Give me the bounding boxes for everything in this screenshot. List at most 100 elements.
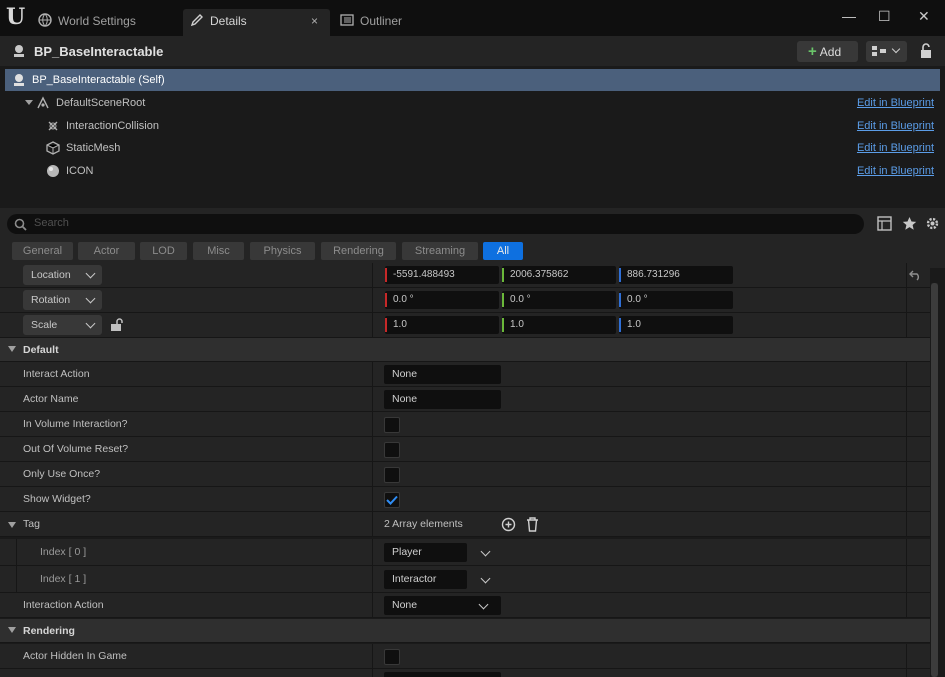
actor-hidden-in-game-checkbox[interactable]: [384, 649, 400, 665]
collision-icon: [48, 121, 58, 131]
tree-item-label: BP_BaseInteractable (Self): [32, 74, 165, 86]
column-divider: [906, 437, 907, 462]
reset-to-default-icon[interactable]: [909, 269, 922, 281]
column-divider: [906, 412, 907, 437]
y-axis-marker: [502, 318, 504, 332]
tree-item-interaction-collision[interactable]: InteractionCollision Edit in Blueprint: [5, 115, 940, 137]
edit-in-blueprint-link[interactable]: Edit in Blueprint: [857, 92, 934, 114]
y-axis-marker: [502, 293, 504, 307]
property-row-interaction-action: Interaction Action None: [0, 593, 930, 618]
property-row-interact-action: Interact Action None: [0, 362, 930, 387]
chevron-down-icon: [85, 318, 96, 329]
filter-tab-general[interactable]: General: [12, 242, 73, 260]
close-window-icon[interactable]: ✕: [918, 8, 930, 25]
add-component-button[interactable]: + Add: [797, 41, 858, 62]
tab-outliner[interactable]: Outliner: [340, 9, 402, 33]
tab-outliner-label: Outliner: [360, 14, 403, 28]
z-axis-marker: [619, 293, 621, 307]
gear-icon[interactable]: [925, 216, 940, 231]
scale-mode-select[interactable]: Scale: [23, 315, 102, 335]
location-x-field[interactable]: -5591.488493: [385, 266, 499, 284]
window-tab-bar: U World Settings Details × Outliner — ☐ …: [0, 0, 945, 36]
array-element-row-0: Index [ 0 ] Player: [0, 539, 930, 566]
out-of-volume-reset-checkbox[interactable]: [384, 442, 400, 458]
checkmark-icon: [386, 495, 398, 505]
show-widget-checkbox[interactable]: [384, 492, 400, 508]
tag-element-0-field[interactable]: Player: [384, 543, 467, 562]
maximize-icon[interactable]: ☐: [878, 8, 891, 25]
tree-item-default-scene-root[interactable]: DefaultSceneRoot Edit in Blueprint: [5, 92, 940, 114]
tag-element-1-field[interactable]: Interactor: [384, 570, 467, 589]
tab-details[interactable]: Details: [190, 9, 247, 33]
only-use-once-checkbox[interactable]: [384, 467, 400, 483]
filter-tab-actor[interactable]: Actor: [78, 242, 135, 260]
lock-icon[interactable]: [918, 42, 934, 59]
property-row-only-use-once: Only Use Once?: [0, 462, 930, 487]
close-tab-icon[interactable]: ×: [311, 14, 318, 28]
filter-tab-misc[interactable]: Misc: [193, 242, 244, 260]
edit-in-blueprint-link[interactable]: Edit in Blueprint: [857, 137, 934, 159]
interact-action-field[interactable]: None: [384, 365, 501, 384]
property-row-actor-name: Actor Name None: [0, 387, 930, 412]
column-divider: [372, 362, 373, 387]
column-divider: [906, 362, 907, 387]
chevron-down-icon: [478, 599, 489, 610]
location-mode-select[interactable]: Location: [23, 265, 102, 285]
actor-icon: [14, 45, 24, 57]
location-z-field[interactable]: 886.731296: [619, 266, 733, 284]
z-axis-marker: [619, 318, 621, 332]
rotation-z-value: 0.0 °: [627, 294, 648, 305]
blueprint-options-button[interactable]: [866, 41, 907, 62]
scale-x-field[interactable]: 1.0: [385, 316, 499, 334]
filter-tab-all[interactable]: All: [483, 242, 523, 260]
location-y-field[interactable]: 2006.375862: [502, 266, 616, 284]
filter-tab-lod[interactable]: LOD: [140, 242, 187, 260]
edit-in-blueprint-link[interactable]: Edit in Blueprint: [857, 160, 934, 182]
location-x-value: -5591.488493: [393, 269, 455, 280]
interaction-action-select[interactable]: None: [384, 596, 501, 615]
filter-tab-streaming[interactable]: Streaming: [402, 242, 478, 260]
rotation-y-field[interactable]: 0.0 °: [502, 291, 616, 309]
details-scrollbar[interactable]: [931, 283, 938, 677]
collapse-arrow-icon[interactable]: [8, 627, 16, 633]
partial-field[interactable]: [384, 672, 501, 677]
collapse-arrow-icon[interactable]: [8, 522, 16, 528]
add-element-icon[interactable]: [501, 517, 516, 532]
rotation-x-field[interactable]: 0.0 °: [385, 291, 499, 309]
property-label: In Volume Interaction?: [23, 418, 128, 430]
column-divider: [372, 437, 373, 462]
collapse-arrow-icon[interactable]: [8, 346, 16, 352]
rotation-y-value: 0.0 °: [510, 294, 531, 305]
unreal-logo-icon[interactable]: U: [6, 5, 28, 29]
chevron-down-icon[interactable]: [480, 573, 491, 584]
in-volume-interaction-checkbox[interactable]: [384, 417, 400, 433]
trash-icon[interactable]: [526, 517, 539, 532]
column-divider: [906, 539, 907, 566]
unlock-icon[interactable]: [110, 318, 123, 332]
expand-arrow-icon[interactable]: [25, 100, 33, 105]
column-divider: [372, 539, 373, 566]
tab-world-settings[interactable]: World Settings: [38, 9, 136, 33]
edit-in-blueprint-link[interactable]: Edit in Blueprint: [857, 115, 934, 137]
filter-tab-physics[interactable]: Physics: [250, 242, 315, 260]
property-label: Interaction Action: [23, 599, 104, 611]
scrollbar-thumb[interactable]: [931, 283, 938, 677]
column-divider: [372, 288, 373, 313]
scale-z-field[interactable]: 1.0: [619, 316, 733, 334]
rotation-mode-select[interactable]: Rotation: [23, 290, 102, 310]
chevron-down-icon[interactable]: [480, 546, 491, 557]
table-view-icon[interactable]: [877, 216, 892, 231]
category-default-header[interactable]: Default: [0, 338, 930, 362]
star-icon[interactable]: [902, 216, 917, 231]
search-input[interactable]: Search: [7, 214, 864, 234]
filter-tab-rendering[interactable]: Rendering: [321, 242, 396, 260]
column-divider: [372, 669, 373, 677]
tree-item-icon[interactable]: ICON Edit in Blueprint: [5, 160, 940, 182]
category-rendering-header[interactable]: Rendering: [0, 619, 930, 643]
tree-item-self[interactable]: BP_BaseInteractable (Self): [5, 69, 940, 91]
scale-y-field[interactable]: 1.0: [502, 316, 616, 334]
rotation-z-field[interactable]: 0.0 °: [619, 291, 733, 309]
minimize-icon[interactable]: —: [842, 8, 856, 24]
actor-name-field[interactable]: None: [384, 390, 501, 409]
tree-item-static-mesh[interactable]: StaticMesh Edit in Blueprint: [5, 137, 940, 159]
